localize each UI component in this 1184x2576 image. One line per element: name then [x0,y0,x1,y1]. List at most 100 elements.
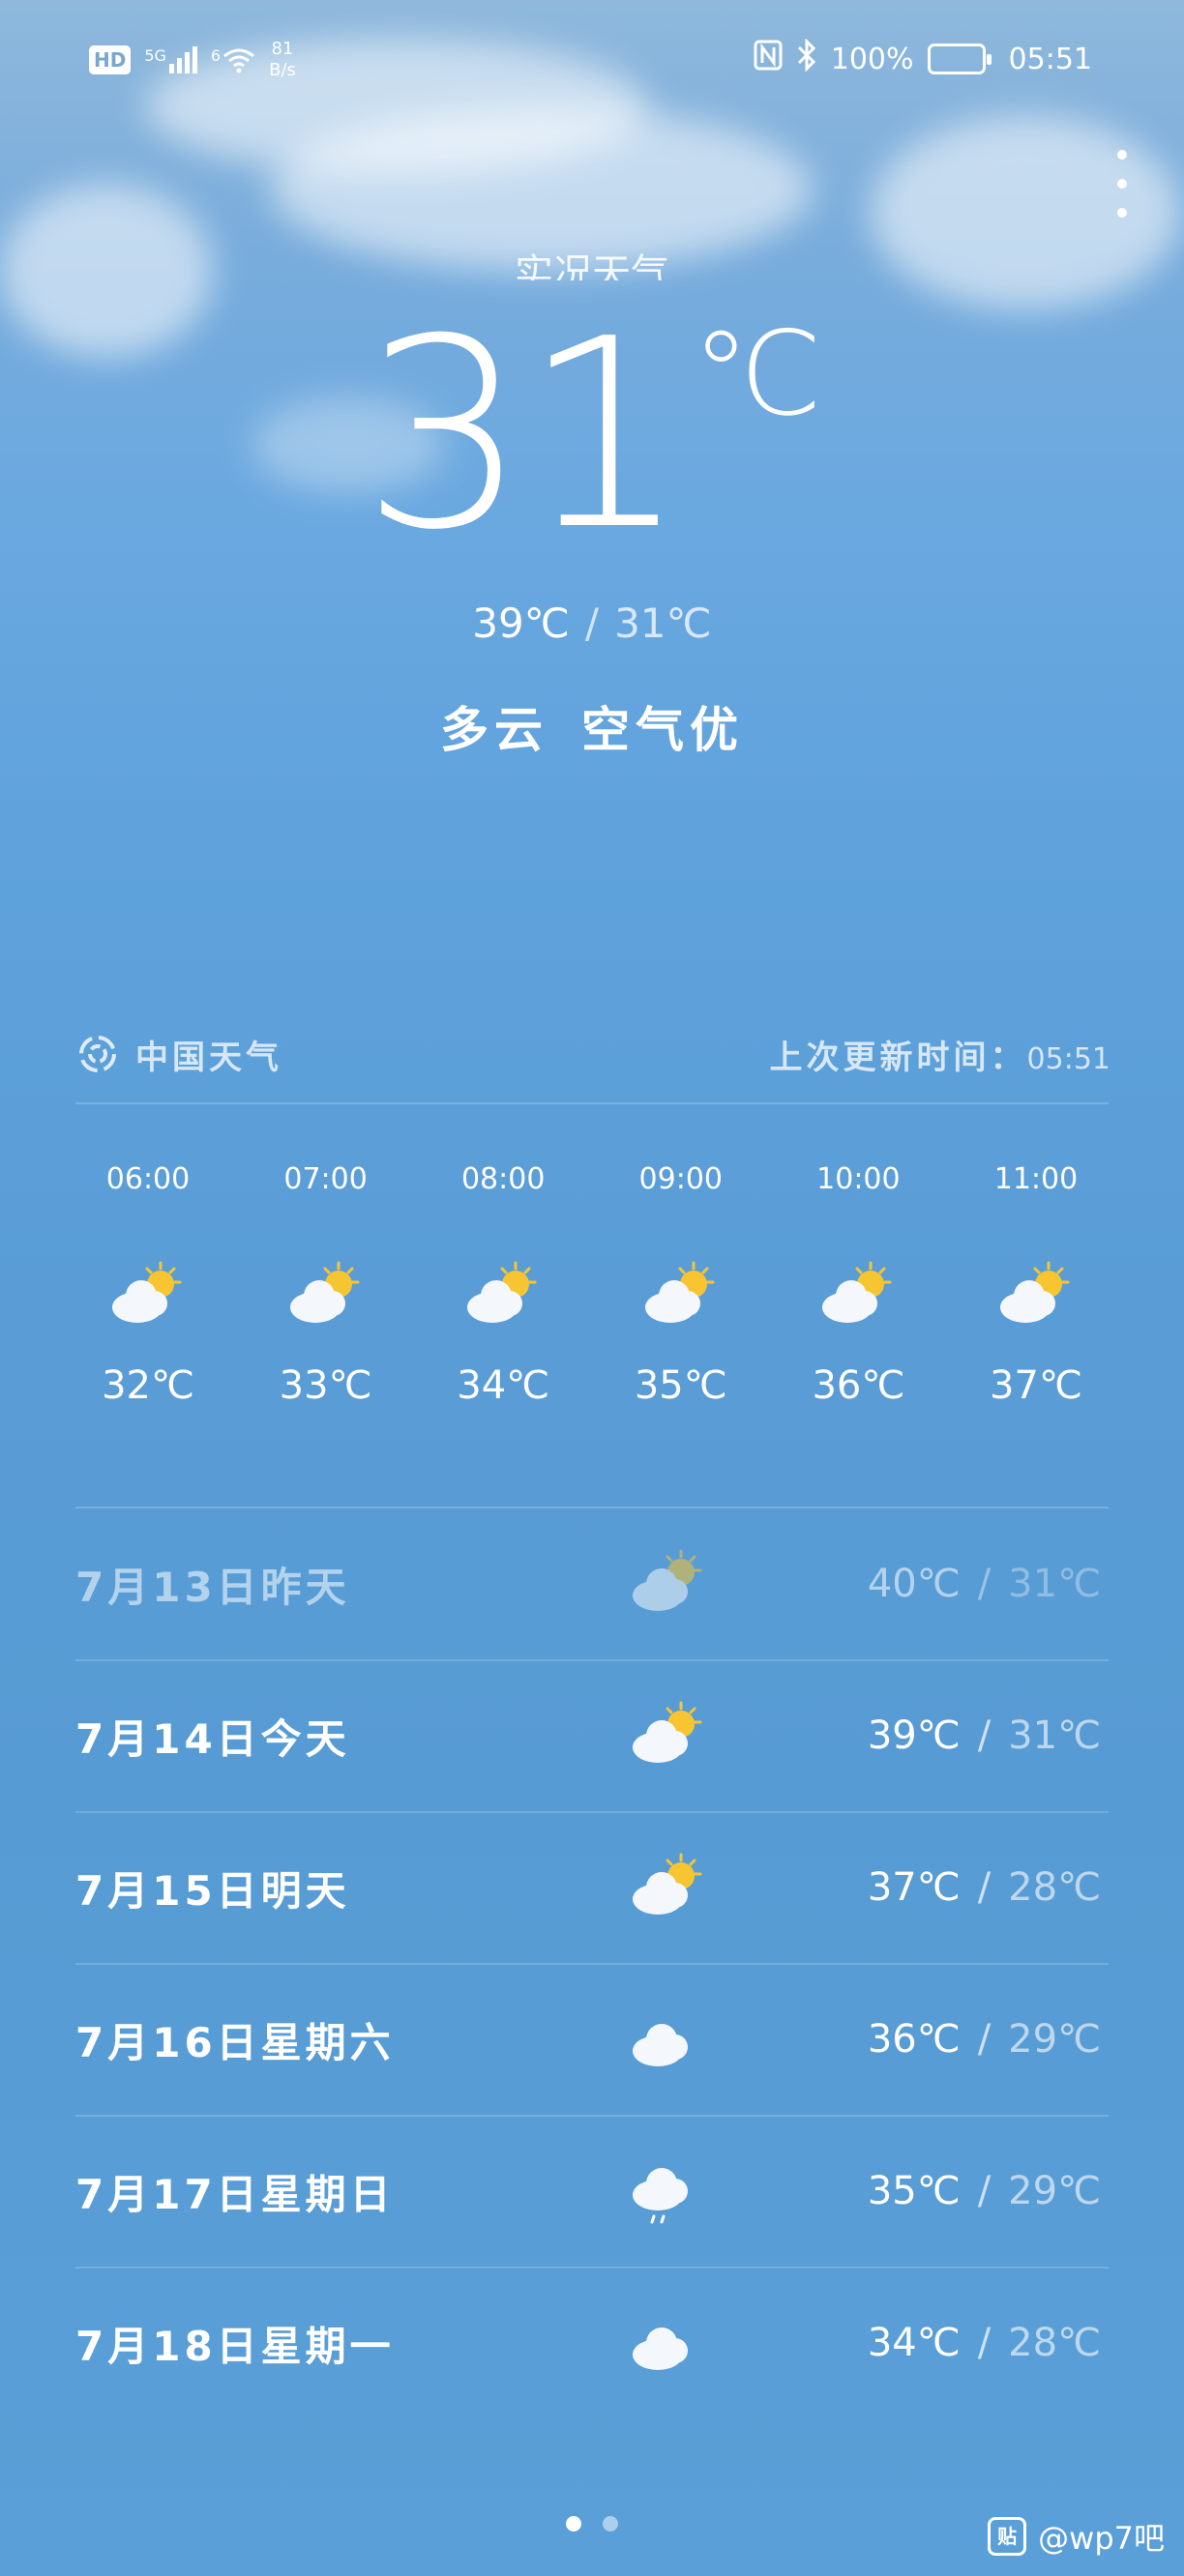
current-temp-value: 31 [361,282,689,587]
daily-high: 36℃ [867,2017,961,2062]
source-row: 中国天气 上次更新时间：05:51 [77,1025,1110,1083]
daily-separator: / [977,2169,992,2213]
divider [75,1102,1109,1104]
watermark-text: @wp7吧 [1038,2520,1165,2557]
hourly-item[interactable]: 11:00 37℃ [963,1141,1109,1508]
air-quality: 空气优 [581,702,744,758]
daily-date-label: 7月17日星期日 [75,2170,395,2218]
hourly-time: 11:00 [993,1162,1079,1196]
daily-low: 28℃ [1008,1865,1101,1910]
hourly-item[interactable]: 09:00 35℃ [608,1141,754,1508]
weather-condition: 多云 [440,702,548,758]
update-time: 上次更新时间：05:51 [770,1031,1110,1078]
daily-row[interactable]: 7月13日昨天 40℃ / 31℃ [75,1508,1109,1659]
daily-temps: 36℃ / 29℃ [868,2017,1109,2062]
tieba-icon: 贴 [988,2517,1027,2556]
daily-low: 31℃ [1008,1713,1101,1758]
partly-cloudy-icon [104,1257,192,1334]
source-name: 中国天气 [135,1038,282,1077]
daily-row[interactable]: 7月14日今天 39℃ / 31℃ [75,1660,1109,1811]
hilo-separator: / [584,600,600,647]
signal-icon: 5G [144,46,197,73]
partly-cloudy-icon [637,1257,725,1334]
daily-date-label: 7月18日星期一 [75,2322,395,2370]
today-high: 39℃ [472,600,570,647]
daily-low: 29℃ [1008,2169,1101,2213]
nfc-icon [754,40,783,78]
daily-separator: / [977,1713,992,1758]
daily-row[interactable]: 7月18日星期一 34℃ / 28℃ [75,2268,1109,2418]
daily-low: 29℃ [1008,2017,1101,2062]
daily-row[interactable]: 7月16日星期六 36℃ / 29℃ [75,1964,1109,2115]
daily-row[interactable]: 7月15日明天 37℃ / 28℃ [75,1812,1109,1963]
partly-cloudy-icon [282,1257,370,1334]
status-left: HD 5G 6 81 B/s [89,39,296,81]
daily-low: 31℃ [1008,1562,1101,1606]
partly-cloudy-icon [992,1257,1080,1334]
hourly-temp: 36℃ [812,1363,905,1408]
daily-temps: 40℃ / 31℃ [868,1562,1109,1606]
watermark: 贴 @wp7吧 [988,2514,1165,2559]
net-speed-unit: B/s [269,60,296,80]
location-title[interactable]: 实况天气 [0,242,1184,280]
partly-cloudy-icon [625,1849,712,1926]
net-speed-value: 81 [271,39,294,59]
current-condition[interactable]: 多云 空气优 [0,691,1184,761]
clock: 05:51 [1008,42,1092,76]
hourly-temp: 37℃ [990,1363,1082,1408]
current-temperature: 31℃ [0,290,1184,580]
daily-high: 35℃ [867,2169,961,2213]
hourly-temp: 34℃ [457,1363,550,1408]
hourly-time: 06:00 [105,1162,191,1196]
signal-label: 5G [144,46,166,65]
status-right: 100% 05:51 [754,38,1092,79]
hourly-time: 10:00 [816,1162,901,1196]
hourly-temp: 32℃ [102,1363,194,1408]
weather-source[interactable]: 中国天气 [77,1031,282,1078]
daily-high: 34℃ [867,2321,961,2365]
daily-temps: 35℃ / 29℃ [868,2169,1109,2213]
partly-cloudy-icon [459,1257,547,1334]
today-high-low: 39℃ / 31℃ [0,600,1184,647]
partly-cloudy-icon [814,1257,902,1334]
hourly-forecast[interactable]: 06:00 32℃ 07:00 33℃ 08:00 34℃ 09:00 35℃ 10:00 36℃… [75,1141,1109,1508]
update-label: 上次更新时间： [769,1038,1027,1077]
page-dot[interactable] [603,2516,618,2532]
daily-date-label: 7月14日今天 [75,1714,350,1763]
china-weather-logo-icon [79,1036,116,1072]
daily-separator: / [977,2017,992,2062]
hourly-item[interactable]: 08:00 34℃ [430,1141,576,1508]
daily-date-label: 7月15日明天 [75,1866,350,1915]
cloudy-icon [625,2304,712,2382]
current-temp-unit: ℃ [692,307,823,442]
bluetooth-icon [796,38,817,79]
net-speed: 81 B/s [269,39,296,81]
hourly-temp: 33℃ [279,1363,372,1408]
daily-high: 39℃ [867,1713,961,1758]
update-time-value: 05:51 [1026,1041,1110,1076]
daily-row[interactable]: 7月17日星期日 35℃ / 29℃ [75,2116,1109,2267]
daily-date-label: 7月16日星期六 [75,2018,395,2066]
hourly-item[interactable]: 10:00 36℃ [785,1141,931,1508]
hourly-item[interactable]: 07:00 33℃ [253,1141,399,1508]
battery-percent: 100% [830,42,914,76]
status-bar: HD 5G 6 81 B/s 100% 05:51 [0,0,1184,126]
hourly-temp: 35℃ [634,1363,727,1408]
daily-temps: 37℃ / 28℃ [868,1865,1109,1910]
more-menu-icon[interactable] [1110,150,1134,218]
hourly-item[interactable]: 06:00 32℃ [75,1141,221,1508]
daily-low: 28℃ [1008,2321,1101,2365]
hd-badge: HD [89,45,132,74]
daily-temps: 39℃ / 31℃ [868,1713,1109,1758]
daily-date-label: 7月13日昨天 [75,1563,350,1611]
wifi-icon: 6 [211,46,255,73]
daily-high: 40℃ [867,1562,961,1606]
light-rain-icon [625,2152,712,2230]
partly-cloudy-icon [625,1697,712,1774]
daily-high: 37℃ [867,1865,961,1910]
page-dot-active[interactable] [566,2516,581,2532]
daily-separator: / [977,1562,992,1606]
battery-icon [927,44,992,74]
partly-cloudy-icon [625,1545,712,1623]
hourly-time: 09:00 [638,1162,724,1196]
